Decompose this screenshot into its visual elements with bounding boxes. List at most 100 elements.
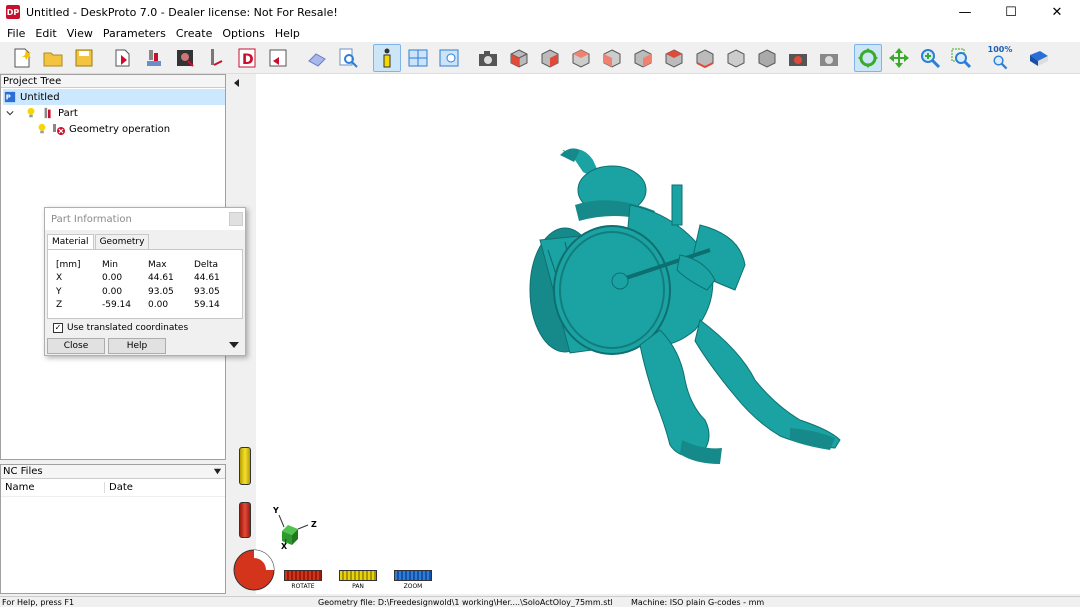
preview-button[interactable] [435,44,463,72]
close-window-button[interactable]: ✕ [1034,0,1080,24]
camera-icon [479,50,497,66]
cube-iso-icon [510,48,528,68]
axis-x-label: X [281,542,288,551]
tree-item-part-label: Part [58,107,78,119]
view-back-button[interactable] [567,44,595,72]
view-right-button[interactable] [629,44,657,72]
tab-material[interactable]: Material [47,234,94,249]
help-button[interactable]: Help [108,338,166,354]
view-wire-button[interactable] [753,44,781,72]
zoom-window-button[interactable] [947,44,975,72]
title-bar: DP Untitled - DeskProto 7.0 - Dealer lic… [0,0,1080,24]
inspect-button[interactable] [334,44,362,72]
table-cell: 59.14 [194,300,220,311]
menu-options[interactable]: Options [217,27,269,40]
rotate-mode-label: ROTATE [291,583,315,590]
image-operation-button[interactable] [171,44,199,72]
rotate-dial-icon[interactable] [232,548,276,592]
camera-grey-icon [820,53,838,66]
camera-reset-icon [789,53,807,66]
table-header-cell: Delta [194,259,219,270]
lightbulb-icon[interactable] [35,122,49,136]
view-shaded-button[interactable] [722,44,750,72]
table-cell: 44.61 [194,273,220,284]
save-disk-icon [75,49,93,66]
part-parameters-button[interactable] [140,44,168,72]
table-row: X 0.00 44.61 44.61 [56,272,240,286]
tree-item-part[interactable]: Part [5,105,78,121]
view-iso-button[interactable] [505,44,533,72]
view-top-button[interactable] [660,44,688,72]
part-information-tabs: Material Geometry [47,234,150,249]
status-help: For Help, press F1 [2,598,75,607]
pan-mode-button[interactable] [885,44,913,72]
rotate-slider-control[interactable] [239,502,251,538]
table-cell: 93.05 [194,286,220,297]
lightbulb-icon[interactable] [24,106,38,120]
view-left-button[interactable] [598,44,626,72]
part-information-dialog: Part Information Material Geometry [mm] … [44,207,246,356]
axis-z-label: Z [311,520,317,529]
zoom-100-button[interactable]: 100% [986,44,1014,72]
chevron-down-icon[interactable] [5,106,15,120]
minimize-button[interactable]: — [942,0,988,24]
help-book-button[interactable] [1025,44,1053,72]
tree-item-geometry-operation[interactable]: Geometry operation [35,121,170,137]
view-front-button[interactable] [536,44,564,72]
rotate-mode-button[interactable] [854,43,882,72]
nc-column-name[interactable]: Name [1,482,105,493]
new-project-button[interactable] [8,44,36,72]
image-icon [177,49,194,67]
zoom-100-label: 100% [987,45,1013,54]
zoom-mode-button[interactable] [916,44,944,72]
drawing-d-icon: D [238,48,256,68]
dialog-buttons: Close Help [47,338,169,354]
drawing-button[interactable]: D [233,44,261,72]
pan-slider-control[interactable] [239,447,251,485]
menu-view[interactable]: View [62,27,98,40]
expand-arrow-icon[interactable] [229,342,239,348]
translated-coordinates-option[interactable]: ✓ Use translated coordinates [53,323,188,333]
menu-create[interactable]: Create [171,27,218,40]
maximize-button[interactable]: ☐ [988,0,1034,24]
view-bottom-button[interactable] [691,44,719,72]
table-cell: Z [56,300,63,311]
export-button[interactable] [264,44,292,72]
zoom-mode-toggle[interactable] [394,570,432,581]
zoom-in-icon [921,48,941,68]
menu-edit[interactable]: Edit [30,27,61,40]
dropdown-arrow-icon[interactable] [213,467,222,476]
menu-parameters[interactable]: Parameters [98,27,171,40]
nc-files-header: NC Files [1,465,225,479]
close-button[interactable]: Close [47,338,105,354]
open-project-button[interactable] [39,44,67,72]
collapse-arrow-icon[interactable] [234,79,239,87]
menu-help[interactable]: Help [270,27,305,40]
zoom-fit-icon [993,55,1008,70]
dialog-close-icon[interactable] [229,212,243,226]
rotate-mode-toggle[interactable] [284,570,322,581]
menu-file[interactable]: File [2,27,30,40]
tab-geometry[interactable]: Geometry [94,234,150,249]
model-render [529,148,841,464]
camera-view-button[interactable] [474,44,502,72]
view-camera-red-button[interactable] [784,44,812,72]
window-controls: — ☐ ✕ [942,0,1080,24]
cube-top-icon [665,48,683,68]
nc-files-panel: NC Files Name Date [0,464,226,594]
3d-viewport[interactable] [256,74,1080,594]
part-information-button[interactable] [373,43,401,72]
translated-coordinates-checkbox[interactable]: ✓ [53,323,63,333]
move-arrows-icon [889,47,909,68]
layout-button[interactable] [404,44,432,72]
project-icon: P [3,90,17,104]
tool-button[interactable] [202,44,230,72]
tree-item-project[interactable]: P Untitled [3,89,225,105]
load-geometry-button[interactable] [109,44,137,72]
nc-column-date[interactable]: Date [105,482,133,493]
window-title: Untitled - DeskProto 7.0 - Dealer licens… [26,5,338,19]
save-project-button[interactable] [70,44,98,72]
pan-mode-toggle[interactable] [339,570,377,581]
eraser-button[interactable] [303,44,331,72]
view-camera-grey-button[interactable] [815,44,843,72]
